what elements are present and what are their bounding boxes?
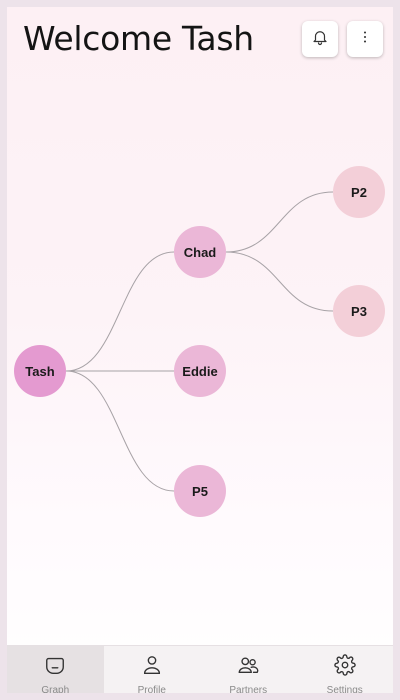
graph-node-p2[interactable]: P2 — [333, 166, 385, 218]
graph-node-eddie[interactable]: Eddie — [174, 345, 226, 397]
gear-icon — [334, 654, 356, 681]
notifications-button[interactable] — [302, 21, 338, 57]
graph-edge-chad-p3 — [225, 251, 334, 312]
graph-edge-chad-p2 — [225, 191, 334, 253]
more-vertical-icon — [356, 28, 374, 51]
graph-node-tash[interactable]: Tash — [14, 345, 66, 397]
more-options-button[interactable] — [347, 21, 383, 57]
nav-label-profile: Profile — [137, 685, 166, 693]
person-icon — [141, 654, 163, 681]
graph-node-label: Chad — [183, 244, 217, 260]
nav-label-graph: Graph — [41, 685, 70, 693]
graph-node-chad[interactable]: Chad — [174, 226, 226, 278]
nav-item-partners[interactable]: Partners — [200, 646, 297, 693]
nav-item-settings[interactable]: Settings — [297, 646, 394, 693]
graph-face-icon — [44, 654, 66, 681]
nav-item-profile[interactable]: Profile — [104, 646, 201, 693]
graph-node-label: P2 — [351, 184, 367, 200]
page-title: Welcome Tash — [23, 19, 254, 58]
app-screen: Welcome Tash Tash Chad Eddie P5 P2 P3 Gr… — [7, 7, 393, 693]
partners-icon — [237, 654, 259, 681]
graph-edge-tash-chad — [65, 251, 175, 372]
nav-item-graph[interactable]: Graph — [7, 646, 104, 693]
graph-node-p3[interactable]: P3 — [333, 285, 385, 337]
bell-icon — [311, 28, 329, 51]
nav-label-settings: Settings — [326, 685, 363, 693]
bottom-nav: Graph Profile Partners Settings — [7, 645, 393, 693]
partner-graph[interactable]: Tash Chad Eddie P5 P2 P3 — [7, 71, 393, 645]
graph-node-label: Tash — [25, 363, 55, 379]
nav-label-partners: Partners — [229, 685, 268, 693]
graph-edge-tash-p5 — [65, 370, 175, 492]
graph-node-p5[interactable]: P5 — [174, 465, 226, 517]
graph-node-label: P3 — [351, 303, 367, 319]
graph-node-label: P5 — [192, 483, 208, 499]
header: Welcome Tash — [7, 7, 393, 71]
graph-node-label: Eddie — [182, 363, 218, 379]
